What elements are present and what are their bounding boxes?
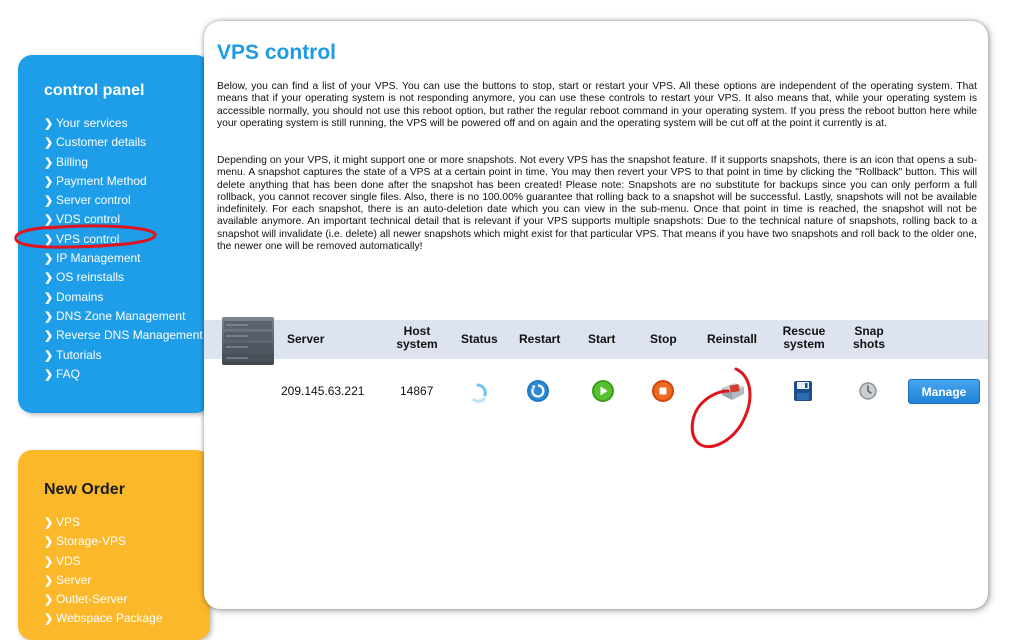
chevron-right-icon: ❯ xyxy=(44,574,54,587)
nav-label: IP Management xyxy=(56,251,141,266)
nav-label: Webspace Package xyxy=(56,611,163,626)
nav-label: VPS xyxy=(56,515,81,529)
nav-label: FAQ xyxy=(56,366,81,381)
nav-domains[interactable]: ❯ Domains xyxy=(44,288,203,307)
page-title: VPS control xyxy=(217,41,337,64)
chevron-right-icon: ❯ xyxy=(44,233,54,246)
col-header-snapshots: Snap shots xyxy=(849,325,889,351)
nav-label: Domains xyxy=(56,289,104,304)
control-panel-nav: ❯ Your services ❯ Customer details ❯ Billin… xyxy=(44,114,203,384)
chevron-right-icon: ❯ xyxy=(44,594,54,607)
nav-billing[interactable]: ❯ Billing xyxy=(44,153,203,172)
order-webspace-package[interactable]: ❯ Webspace Package xyxy=(44,609,163,628)
stop-icon[interactable] xyxy=(651,379,675,403)
nav-payment-method[interactable]: ❯ Payment Method xyxy=(44,172,203,191)
col-header-restart: Restart xyxy=(519,332,561,346)
nav-label: Customer details xyxy=(56,135,147,150)
order-outlet-server[interactable]: ❯ Outlet-Server xyxy=(44,590,163,609)
nav-label: VPS control xyxy=(56,231,120,246)
nav-customer-details[interactable]: ❯ Customer details xyxy=(44,133,203,152)
order-vps[interactable]: ❯ VPS xyxy=(44,513,163,532)
chevron-right-icon: ❯ xyxy=(44,613,54,626)
cell-host-system: 14867 xyxy=(400,384,434,398)
chevron-right-icon: ❯ xyxy=(44,214,54,227)
nav-label: Reverse DNS Management xyxy=(56,328,203,343)
chevron-right-icon: ❯ xyxy=(44,368,54,381)
nav-tutorials[interactable]: ❯ Tutorials xyxy=(44,346,203,365)
nav-os-reinstalls[interactable]: ❯ OS reinstalls xyxy=(44,268,203,287)
chevron-right-icon: ❯ xyxy=(44,195,54,208)
manage-button[interactable]: Manage xyxy=(908,379,980,404)
order-vds[interactable]: ❯ VDS xyxy=(44,552,163,571)
col-header-reinstall: Reinstall xyxy=(707,332,758,346)
col-header-rescue-system: Rescue system xyxy=(777,325,831,351)
control-panel-title: control panel xyxy=(44,82,145,99)
col-header-host-line2: system xyxy=(396,337,438,351)
nav-server-control[interactable]: ❯ Server control xyxy=(44,191,203,210)
col-header-rescue-line2: system xyxy=(783,337,825,351)
nav-label: Tutorials xyxy=(56,347,102,362)
chevron-right-icon: ❯ xyxy=(44,137,54,150)
new-order-title: New Order xyxy=(44,481,125,498)
nav-label: OS reinstalls xyxy=(56,270,125,285)
annotation-circle-reinstall xyxy=(690,367,752,449)
nav-label: DNS Zone Management xyxy=(56,308,186,323)
nav-dns-zone-management[interactable]: ❯ DNS Zone Management xyxy=(44,307,203,326)
col-header-stop: Stop xyxy=(650,332,677,346)
floppy-disk-icon[interactable] xyxy=(791,379,815,403)
order-server[interactable]: ❯ Server xyxy=(44,571,163,590)
chevron-right-icon: ❯ xyxy=(44,349,54,362)
chevron-right-icon: ❯ xyxy=(44,555,54,568)
chevron-right-icon: ❯ xyxy=(44,310,54,323)
nav-reverse-dns-management[interactable]: ❯ Reverse DNS Management xyxy=(44,326,203,345)
chevron-right-icon: ❯ xyxy=(44,175,54,188)
nav-label: Server control xyxy=(56,193,131,208)
chevron-right-icon: ❯ xyxy=(44,330,54,343)
start-icon[interactable] xyxy=(591,379,615,403)
nav-label: Server xyxy=(56,572,92,587)
nav-label: Your services xyxy=(56,116,128,130)
chevron-right-icon: ❯ xyxy=(44,253,54,266)
nav-label: Storage-VPS xyxy=(56,534,127,549)
reinstall-icon[interactable] xyxy=(719,379,747,403)
intro-paragraph: Below, you can find a list of your VPS. … xyxy=(217,81,977,129)
col-header-snap-line2: shots xyxy=(852,337,885,351)
nav-faq[interactable]: ❯ FAQ xyxy=(44,365,203,384)
nav-label: Payment Method xyxy=(56,173,147,188)
nav-ip-management[interactable]: ❯ IP Management xyxy=(44,249,203,268)
snapshot-clock-icon[interactable] xyxy=(858,381,878,401)
nav-label: Outlet-Server xyxy=(56,592,128,607)
order-storage-vps[interactable]: ❯ Storage-VPS xyxy=(44,532,163,551)
chevron-right-icon: ❯ xyxy=(44,156,54,169)
new-order-panel: New Order ❯ VPS ❯ Storage-VPS ❯ VDS ❯ Server… xyxy=(18,450,210,640)
chevron-right-icon: ❯ xyxy=(44,291,54,304)
restart-icon[interactable] xyxy=(526,379,550,403)
col-header-start: Start xyxy=(588,332,616,346)
chevron-right-icon: ❯ xyxy=(44,118,54,130)
new-order-nav: ❯ VPS ❯ Storage-VPS ❯ VDS ❯ Server ❯ Outlet-S… xyxy=(44,513,163,629)
cell-server-ip: 209.145.63.221 xyxy=(281,384,365,398)
status-loading-icon xyxy=(472,383,487,403)
chevron-right-icon: ❯ xyxy=(44,272,54,285)
main-content: VPS control Below, you can find a list o… xyxy=(204,21,988,609)
col-header-server: Server xyxy=(287,332,325,346)
server-rack-icon xyxy=(222,317,274,365)
col-header-host-system: Host system xyxy=(392,325,442,351)
nav-label: VDS control xyxy=(56,212,121,227)
chevron-right-icon: ❯ xyxy=(44,517,54,529)
control-panel-sidebar: control panel ❯ Your services ❯ Customer d… xyxy=(18,55,210,413)
snapshot-paragraph: Depending on your VPS, it might support … xyxy=(217,155,977,253)
nav-label: VDS xyxy=(56,553,81,568)
nav-vds-control[interactable]: ❯ VDS control xyxy=(44,210,203,229)
col-header-status: Status xyxy=(461,332,498,346)
nav-vps-control[interactable]: ❯ VPS control xyxy=(44,230,203,249)
chevron-right-icon: ❯ xyxy=(44,536,54,549)
nav-your-services[interactable]: ❯ Your services xyxy=(44,114,203,133)
nav-label: Billing xyxy=(56,154,89,169)
